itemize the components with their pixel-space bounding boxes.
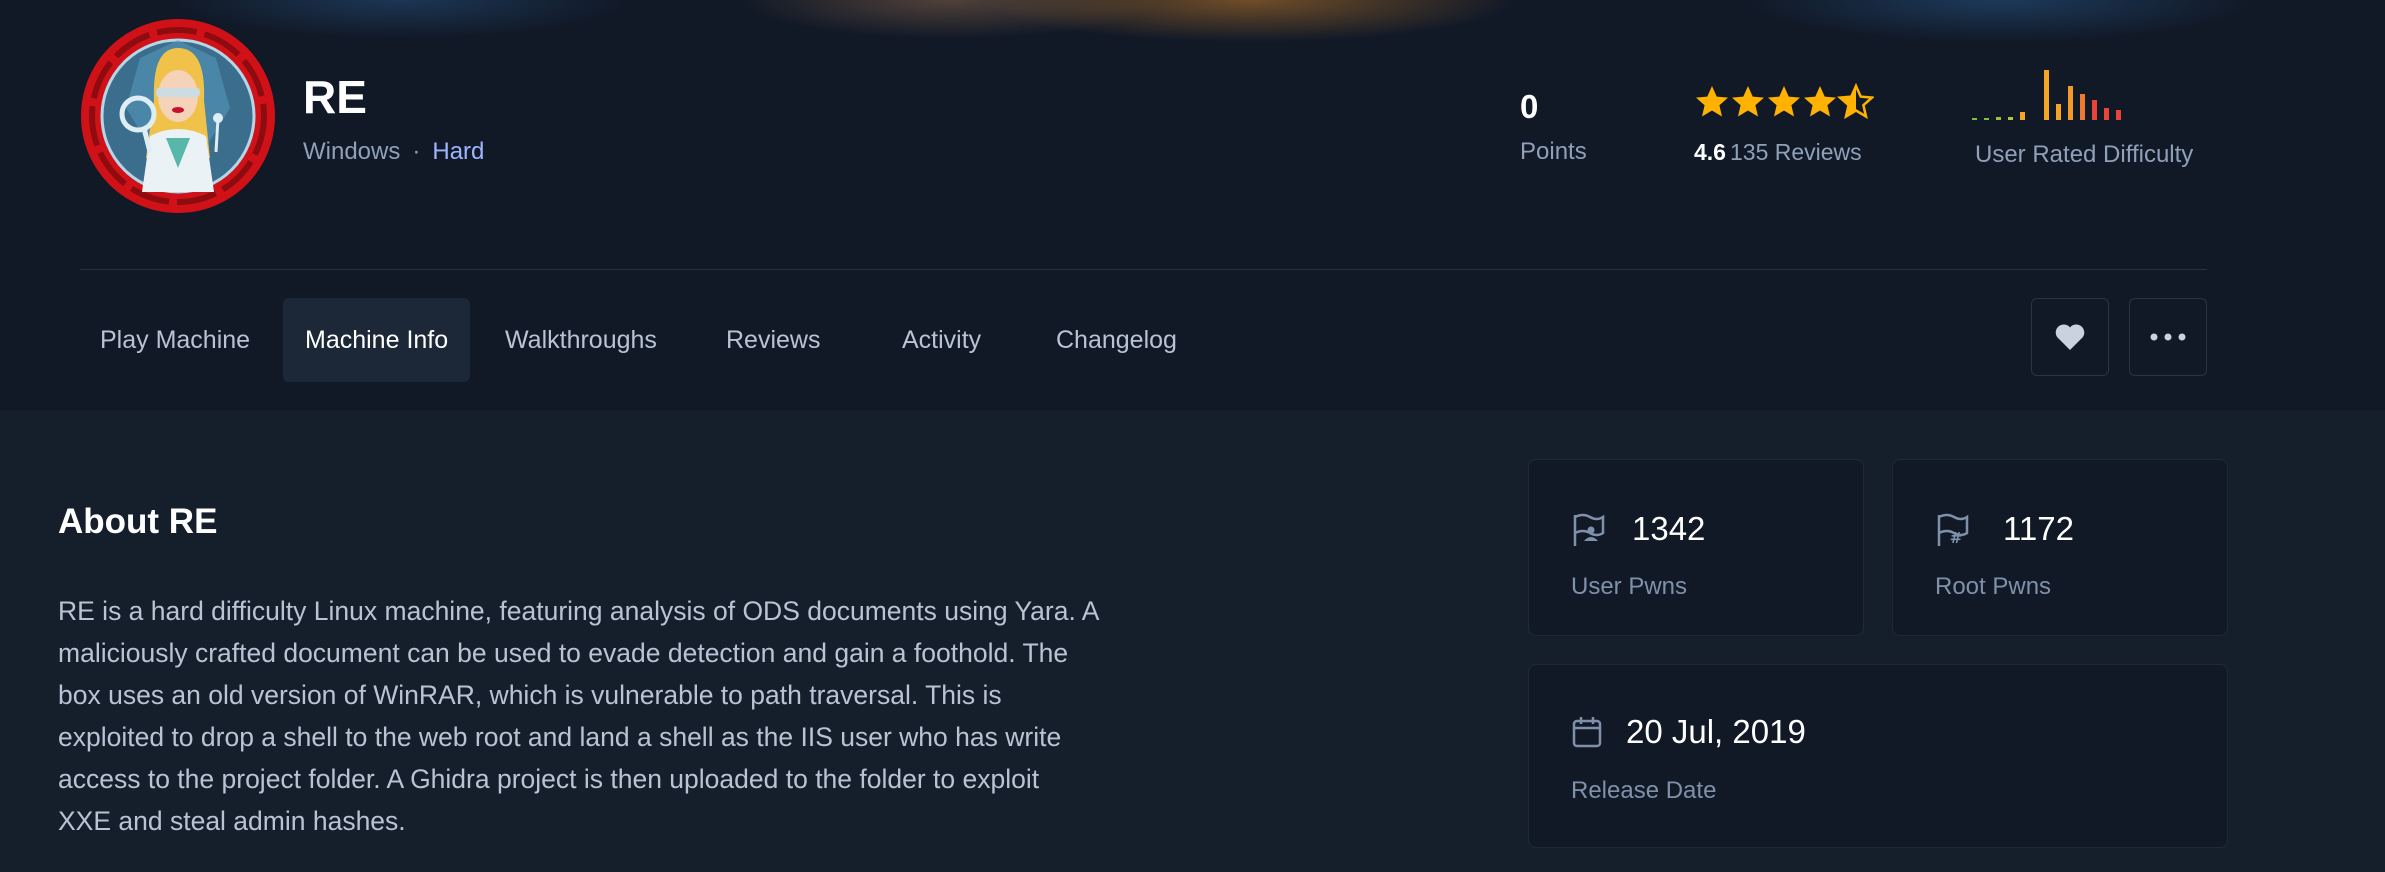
machine-avatar [81, 19, 275, 213]
release-date-card: 20 Jul, 2019 Release Date [1528, 664, 2228, 848]
header-divider [80, 269, 2207, 270]
difficulty-bar [2092, 100, 2097, 120]
svg-text:#: # [1950, 529, 1963, 547]
user-flag-icon [1573, 513, 1605, 546]
difficulty-bar [2116, 110, 2121, 120]
difficulty-bar [2080, 94, 2085, 120]
root-flag-icon: # [1937, 513, 1969, 547]
more-options-button[interactable] [2129, 298, 2207, 376]
root-pwns-card: # 1172 Root Pwns [1892, 459, 2228, 636]
machine-header: RE Windows · Hard 0 Points 4.6 135 Reviews [0, 0, 2385, 410]
tab-walkthroughs[interactable]: Walkthroughs [483, 298, 679, 382]
user-pwns-label: User Pwns [1571, 573, 1688, 600]
machine-name: RE [303, 71, 367, 123]
rating-stars [1696, 84, 1874, 118]
rating-reviews: 135 Reviews [1729, 139, 1862, 165]
star-half-icon [1838, 84, 1874, 118]
difficulty-label: User Rated Difficulty [1975, 141, 2194, 168]
difficulty-bar [1984, 118, 1989, 120]
calendar-icon [1572, 717, 1602, 748]
header-glow [0, 0, 2385, 70]
tab-reviews[interactable]: Reviews [704, 298, 842, 382]
machine-difficulty: Hard [432, 138, 485, 165]
user-pwns-value: 1342 [1632, 510, 1706, 547]
difficulty-bar [2104, 108, 2109, 120]
star-icon [1732, 86, 1764, 117]
difficulty-chart [1972, 70, 2121, 120]
difficulty-bar [2008, 117, 2013, 120]
points-label: Points [1520, 138, 1587, 165]
difficulty-bar [1996, 117, 2001, 120]
star-icon [1696, 86, 1728, 117]
favorite-button[interactable] [2031, 298, 2109, 376]
tab-machine-info[interactable]: Machine Info [283, 298, 471, 382]
points-value: 0 [1520, 88, 1539, 125]
more-horizontal-icon [2150, 333, 2186, 341]
tab-changelog[interactable]: Changelog [1034, 298, 1199, 382]
difficulty-bar [1972, 118, 1977, 120]
tab-activity[interactable]: Activity [880, 298, 1003, 382]
release-date-label: Release Date [1571, 777, 1717, 804]
about-description: RE is a hard difficulty Linux machine, f… [58, 596, 1098, 836]
difficulty-bar [2044, 70, 2049, 120]
difficulty-bar [2056, 104, 2061, 120]
root-pwns-value: 1172 [2003, 510, 2074, 547]
rating-summary: 4.6 135 Reviews [1694, 139, 1862, 166]
difficulty-bar [2068, 86, 2073, 120]
release-date-value: 20 Jul, 2019 [1626, 713, 1806, 750]
tab-play-machine[interactable]: Play Machine [78, 298, 272, 382]
heart-icon [2055, 324, 2085, 350]
machine-os: Windows [303, 138, 401, 165]
separator-dot: · [412, 138, 421, 165]
star-icon [1768, 86, 1800, 117]
root-pwns-label: Root Pwns [1935, 573, 2052, 600]
rating-value: 4.6 [1694, 139, 1726, 165]
machine-subtitle: Windows · Hard [303, 138, 484, 166]
about-title: About RE [58, 502, 218, 541]
difficulty-bar [2020, 112, 2025, 120]
user-pwns-card: 1342 User Pwns [1528, 459, 1864, 636]
star-icon [1804, 86, 1836, 117]
